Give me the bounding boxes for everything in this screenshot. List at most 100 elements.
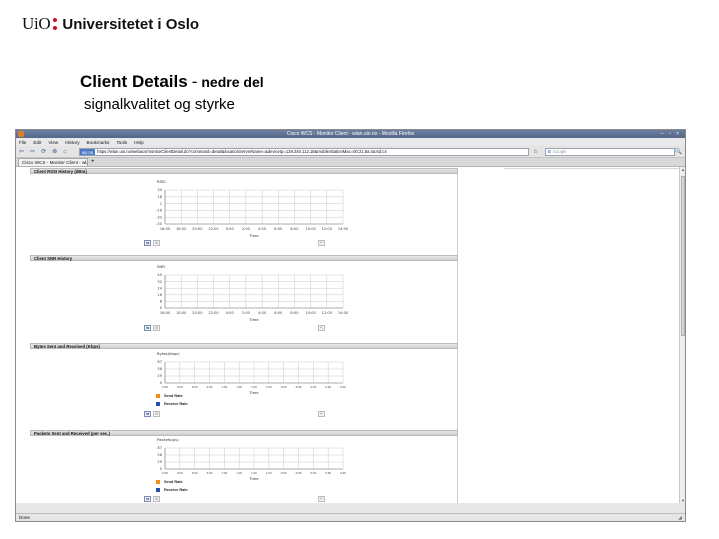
x-tick-label: 6:00 xyxy=(274,311,283,315)
legend-send: Send Rate xyxy=(156,480,183,484)
chart-table-button[interactable]: ⊞ xyxy=(153,325,160,331)
legend-receive-label: Receive Rate xyxy=(164,402,188,406)
x-tick-label: 4:00 xyxy=(258,227,267,231)
menu-tools[interactable]: Tools xyxy=(116,140,127,145)
menu-help[interactable]: Help xyxy=(134,140,143,145)
logo-mark: UiO xyxy=(22,14,51,33)
home-icon[interactable]: ⌂ xyxy=(63,149,67,155)
x-tick-label: 20:00 xyxy=(192,311,203,315)
site-identity-button[interactable]: uio.no xyxy=(79,148,96,155)
y-tick-label: -16 xyxy=(156,209,163,213)
back-icon[interactable]: ⇦ xyxy=(19,148,24,155)
x-tick-label: 1:00 xyxy=(251,385,257,389)
y-tick-label: 0 xyxy=(160,381,163,385)
search-icon[interactable]: 🔍 xyxy=(675,148,682,155)
search-input[interactable]: G Google xyxy=(544,147,675,156)
chart-popout-button[interactable]: ⇱ xyxy=(318,496,325,502)
chart-toggle-button[interactable]: ⇆ xyxy=(144,240,151,246)
x-tick-label: 20:00 xyxy=(192,227,203,231)
search-engine-icon[interactable]: G xyxy=(548,149,551,154)
y-tick-label: 87 xyxy=(157,446,162,450)
x-tick-label: 2:00 xyxy=(242,311,251,315)
x-tick-label: 12:00 xyxy=(322,311,333,315)
rssi-panel: Client RSSI History (dBm) RSSI 35 18 1 -16 -3… xyxy=(30,168,458,246)
bytes-panel: Bytes Sent and Received (Kbps) Bytes(kbp… xyxy=(30,343,458,417)
y-tick-label: 40 xyxy=(157,273,162,277)
logo-name: Universitetet i Oslo xyxy=(62,15,200,33)
client-details-page: Client RSSI History (dBm) RSSI 35 18 1 -16 -3… xyxy=(30,168,458,503)
x-tick-label: 0:00 xyxy=(192,471,198,475)
side-panel xyxy=(459,168,679,503)
stop-icon[interactable]: ⊗ xyxy=(52,148,57,155)
rssi-chart: RSSI 35 18 1 -16 -33 -5016:00 18:00 20:00 22:00 0:… xyxy=(156,179,349,238)
x-tick-label: 2:00 xyxy=(242,227,251,231)
scroll-down-icon[interactable]: ▼ xyxy=(680,498,686,503)
logo-dots-icon xyxy=(53,18,58,30)
chart-table-button[interactable]: ⊞ xyxy=(153,496,160,502)
y-tick-label: -50 xyxy=(156,222,163,226)
x-tick-label: 0:00 xyxy=(207,385,213,389)
packets-chart: Packets(ps)87582900:00 0:00 0:00 0:00 1:00 1:… xyxy=(157,437,346,481)
chart-popout-button[interactable]: ⇱ xyxy=(318,240,325,246)
chart-table-button[interactable]: ⊞ xyxy=(153,411,160,417)
page-content: Client RSSI History (dBm) RSSI 35 18 1 -16 -3… xyxy=(16,167,685,503)
x-tick-label: 8:00 xyxy=(290,311,299,315)
uio-logo: UiO Universitetet i Oslo xyxy=(22,14,199,34)
receive-swatch-icon xyxy=(156,402,160,406)
menu-bar: File Edit View History Bookmarks Tools H… xyxy=(16,138,685,146)
y-tick-label: 58 xyxy=(157,453,162,457)
x-tick-label: 14:00 xyxy=(338,311,349,315)
y-tick-label: 1 xyxy=(160,202,162,206)
chart-toggle-button[interactable]: ⇆ xyxy=(144,496,151,502)
status-bar: Done ◢ xyxy=(16,513,685,521)
y-tick-label: -33 xyxy=(156,215,162,219)
x-tick-label: 0:00 xyxy=(296,385,302,389)
legend-send-label: Send Rate xyxy=(164,480,183,484)
menu-view[interactable]: View xyxy=(48,140,58,145)
x-tick-label: 22:00 xyxy=(208,311,219,315)
x-tick-label: 16:00 xyxy=(160,311,171,315)
chart-toggle-button[interactable]: ⇆ xyxy=(144,325,151,331)
menu-edit[interactable]: Edit xyxy=(33,140,41,145)
legend-send-label: Send Rate xyxy=(164,394,183,398)
firefox-icon xyxy=(18,131,24,137)
chart-popout-button[interactable]: ⇱ xyxy=(318,325,325,331)
chart-toggle-button[interactable]: ⇆ xyxy=(144,411,151,417)
receive-swatch-icon xyxy=(156,488,160,492)
bookmark-star-icon[interactable]: ☆ xyxy=(531,149,541,155)
x-tick-label: 18:00 xyxy=(176,227,187,231)
reload-icon[interactable]: ⟳ xyxy=(41,148,46,155)
y-tick-label: 24 xyxy=(157,286,162,290)
x-tick-label: 0:00 xyxy=(310,385,316,389)
x-tick-label: 10:00 xyxy=(305,311,316,315)
scrollbar-thumb[interactable] xyxy=(681,176,685,336)
y-tick-label: 29 xyxy=(157,374,162,378)
window-controls[interactable]: – ▫ × xyxy=(661,130,681,138)
menu-history[interactable]: History xyxy=(65,140,79,145)
menu-bookmarks[interactable]: Bookmarks xyxy=(87,140,110,145)
x-tick-label: 1:00 xyxy=(221,471,227,475)
scroll-up-icon[interactable]: ▲ xyxy=(680,167,686,172)
new-tab-icon[interactable]: + xyxy=(91,159,95,166)
x-tick-label: 8:00 xyxy=(290,227,299,231)
vertical-scrollbar[interactable]: ▲ ▼ xyxy=(679,167,685,503)
menu-file[interactable]: File xyxy=(19,140,26,145)
x-axis-label: Time xyxy=(248,390,259,395)
x-tick-label: 0:00 xyxy=(310,471,316,475)
chart-popout-button[interactable]: ⇱ xyxy=(318,411,325,417)
packets-panel: Packets Sent and Received (per sec.) Pac… xyxy=(30,430,458,502)
chart-table-button[interactable]: ⊞ xyxy=(153,240,160,246)
x-axis-label: Time xyxy=(248,317,259,322)
snr-chart: SNR 40 32 24 16 8 016:00 18:00 20:00 22:00 0:00 2:0… xyxy=(157,264,349,322)
address-bar[interactable]: uio.no https://wlan.uio.no/webacs/monito… xyxy=(78,147,529,156)
resize-grip-icon[interactable]: ◢ xyxy=(678,515,682,522)
url-text[interactable]: https://wlan.uio.no/webacs/monitorClient… xyxy=(97,149,387,154)
title-main: Client Details xyxy=(80,72,188,91)
x-tick-label: 0:00 xyxy=(296,471,302,475)
forward-icon[interactable]: ⇨ xyxy=(30,148,35,155)
y-tick-label: 58 xyxy=(157,367,162,371)
x-tick-label: 0:00 xyxy=(340,385,346,389)
tab-cisco-wcs[interactable]: Cisco WCS - Monitor Client - wla... xyxy=(18,158,88,166)
y-tick-label: 32 xyxy=(157,280,162,284)
y-tick-label: 18 xyxy=(157,195,162,199)
